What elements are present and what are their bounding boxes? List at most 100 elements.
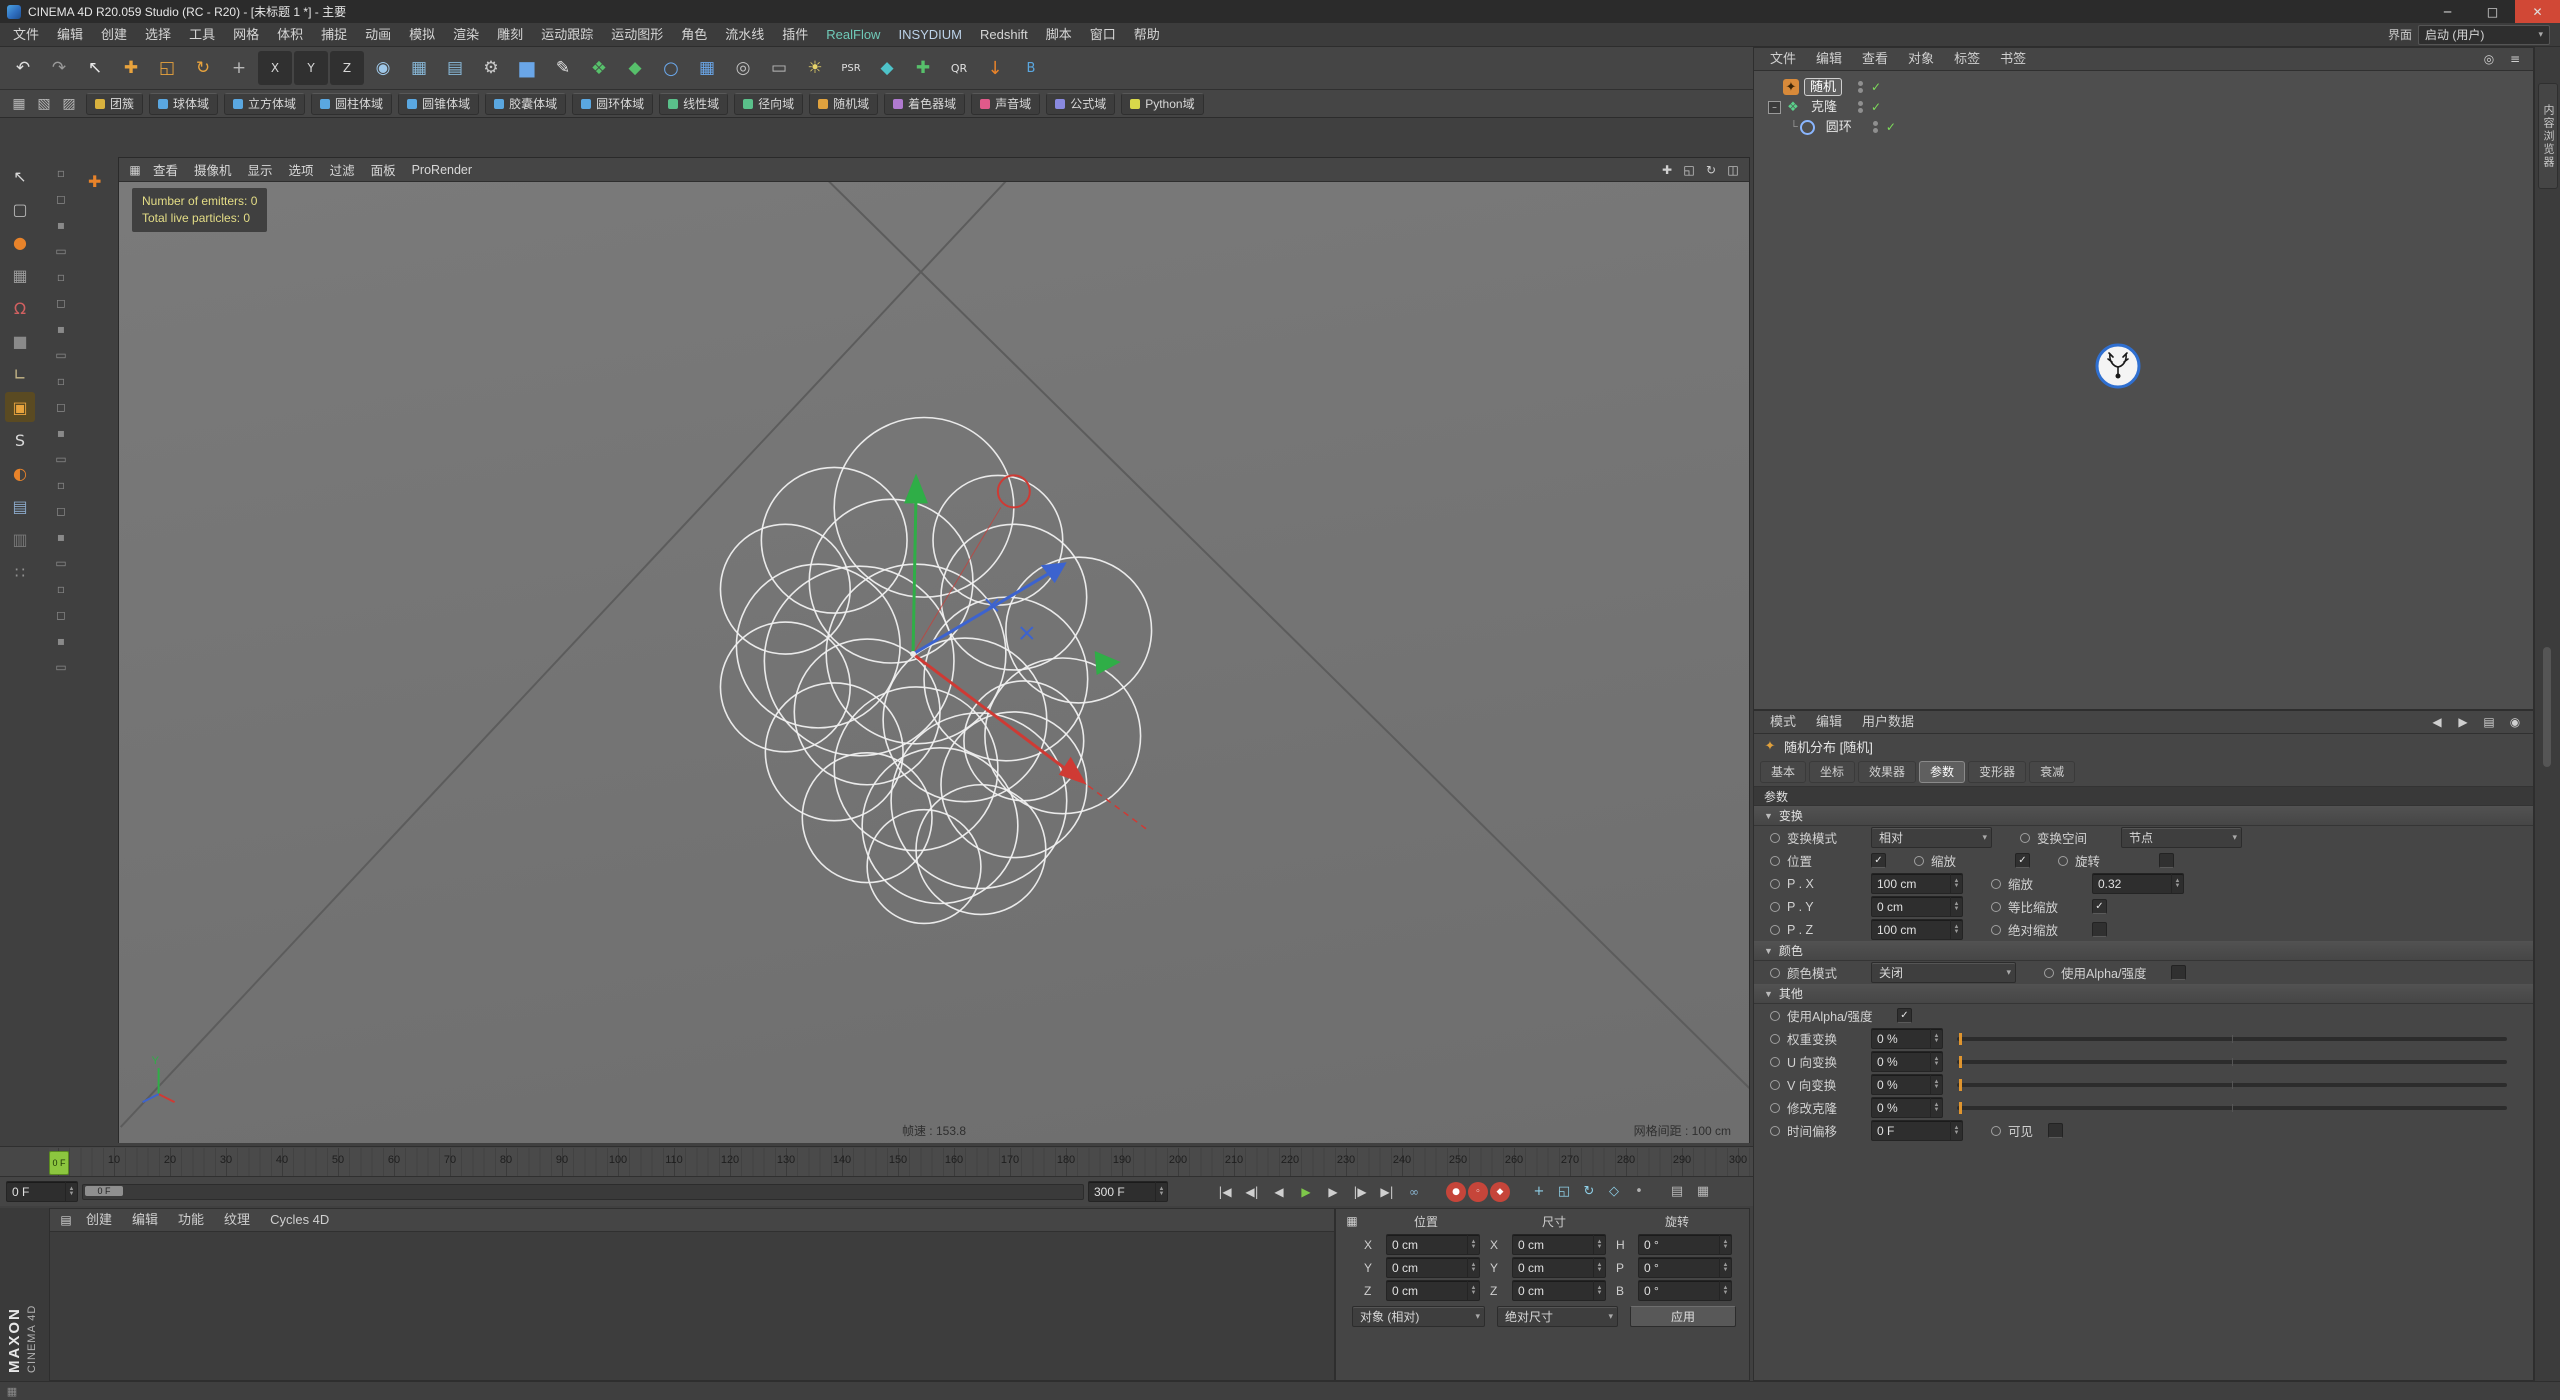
anim-dot[interactable] (1991, 925, 2001, 935)
am-back-icon[interactable]: ◀ (2427, 713, 2447, 731)
menu-item[interactable]: 脚本 (1037, 23, 1081, 47)
field-button[interactable]: 声音域 (971, 93, 1040, 115)
menu-item[interactable]: 工具 (180, 23, 224, 47)
px-field[interactable]: 100 cm▲▼ (1871, 873, 1963, 894)
grid-icon[interactable]: ▥ (5, 524, 35, 554)
fold-transform[interactable]: ▼变换 (1754, 806, 2533, 826)
field-button[interactable]: 圆环体域 (572, 93, 653, 115)
py-field[interactable]: 0 cm▲▼ (1871, 896, 1963, 917)
pos-x-field[interactable]: 0 cm▲▼ (1386, 1234, 1480, 1255)
model-mode-icon[interactable]: ▢ (5, 194, 35, 224)
percent-field[interactable]: 0 %▲▼ (1871, 1028, 1943, 1049)
play-button[interactable]: ▶ (1293, 1181, 1319, 1203)
field-button[interactable]: 公式域 (1046, 93, 1115, 115)
maximize-button[interactable]: □ (2470, 0, 2515, 23)
palette-icon-secondary[interactable]: ▭ (48, 240, 74, 262)
menu-item[interactable]: 窗口 (1081, 23, 1125, 47)
palette-icon-secondary[interactable]: ▪ (48, 630, 74, 652)
axis-x-lock-icon[interactable]: X (258, 51, 292, 85)
use-alpha-checkbox[interactable] (2171, 965, 2186, 980)
palette-icon-secondary[interactable]: ▪ (48, 526, 74, 548)
material-menu-item[interactable]: 功能 (168, 1209, 214, 1231)
autokey-button[interactable]: ◦ (1468, 1182, 1488, 1202)
menu-item[interactable]: INSYDIUM (889, 23, 971, 47)
viewport-menu-item[interactable]: 面板 (363, 160, 404, 179)
slider-handle[interactable]: 0 F (85, 1186, 123, 1196)
viewport-menu-item[interactable]: 查看 (145, 160, 186, 179)
anim-dot[interactable] (1991, 879, 2001, 889)
add-floor-icon[interactable]: ▭ (762, 51, 796, 85)
anim-dot[interactable] (1770, 925, 1780, 935)
viewport-menu-item[interactable]: ProRender (404, 163, 480, 177)
enabled-check-icon[interactable]: ✓ (1871, 80, 1881, 94)
enabled-check-icon[interactable]: ✓ (1886, 120, 1896, 134)
percent-field[interactable]: 0 %▲▼ (1871, 1074, 1943, 1095)
palette-icon-secondary[interactable]: ▭ (48, 344, 74, 366)
goto-end-button[interactable]: ▶| (1374, 1181, 1400, 1203)
anim-dot[interactable] (1770, 902, 1780, 912)
palette-icon-secondary[interactable]: ▫ (48, 474, 74, 496)
viewport-panel-icon[interactable]: ▦ (125, 161, 145, 179)
add-light-icon[interactable]: ☀ (798, 51, 832, 85)
field-button[interactable]: 圆锥体域 (398, 93, 479, 115)
field-icon[interactable]: ◆ (870, 51, 904, 85)
object-manager-menu-item[interactable]: 标签 (1944, 48, 1990, 70)
apply-button[interactable]: 应用 (1630, 1306, 1736, 1327)
palette-icon-secondary[interactable]: ▪ (48, 422, 74, 444)
minimize-button[interactable]: ─ (2425, 0, 2470, 23)
fold-color[interactable]: ▼颜色 (1754, 941, 2533, 961)
viewport-menu-item[interactable]: 摄像机 (186, 160, 240, 179)
menu-item[interactable]: 选择 (136, 23, 180, 47)
attribute-tab[interactable]: 变形器 (1968, 761, 2026, 783)
prev-frame-button[interactable]: ◀ (1266, 1181, 1292, 1203)
scale-checkbox[interactable]: ✓ (2015, 853, 2030, 868)
record-scale-toggle[interactable]: ◱ (1552, 1181, 1576, 1203)
attribute-tab[interactable]: 参数 (1919, 761, 1965, 783)
field-button[interactable]: 立方体域 (224, 93, 305, 115)
field-button[interactable]: 线性域 (659, 93, 728, 115)
object-manager-menu-item[interactable]: 编辑 (1806, 48, 1852, 70)
material-menu-item[interactable]: 编辑 (122, 1209, 168, 1231)
anim-dot[interactable] (1770, 879, 1780, 889)
object-name[interactable]: 圆环 (1821, 119, 1857, 135)
field-button[interactable]: 圆柱体域 (311, 93, 392, 115)
palette-icon-secondary[interactable]: ◻ (48, 396, 74, 418)
scale-tool-icon[interactable]: ◱ (150, 51, 184, 85)
palette-icon-secondary[interactable]: ▭ (48, 552, 74, 574)
rot-p-field[interactable]: 0 °▲▼ (1638, 1257, 1732, 1278)
fields-group-icon[interactable]: ▦ (8, 93, 30, 115)
menu-item[interactable]: 文件 (4, 23, 48, 47)
enable-axis-icon[interactable]: ▣ (5, 392, 35, 422)
plugin-icon[interactable]: ✚ (906, 51, 940, 85)
timeline-ruler[interactable]: 0 F 102030405060708090100110120130140150… (49, 1148, 1750, 1176)
time-offset-field[interactable]: 0 F▲▼ (1871, 1120, 1963, 1141)
anim-dot[interactable] (1770, 968, 1780, 978)
keyframe-selection-button[interactable]: ◆ (1490, 1182, 1510, 1202)
rotate-tool-icon[interactable]: ↻ (186, 51, 220, 85)
anim-dot[interactable] (1991, 1126, 2001, 1136)
undo-icon[interactable]: ↶ (6, 51, 40, 85)
dock-scrollbar[interactable] (2543, 647, 2551, 767)
palette-icon-secondary[interactable]: ◻ (48, 604, 74, 626)
record-pla-toggle[interactable]: • (1627, 1181, 1651, 1203)
timeline-grid-icon[interactable]: ▦ (1691, 1181, 1715, 1203)
field-button[interactable]: Python域 (1121, 93, 1203, 115)
record-parameter-toggle[interactable]: ◇ (1602, 1181, 1626, 1203)
viewport-rotate-icon[interactable]: ↻ (1701, 161, 1721, 179)
transform-mode-select[interactable]: 相对 (1871, 827, 1992, 848)
menu-item[interactable]: 捕捉 (312, 23, 356, 47)
timeline-playhead[interactable]: 0 F (49, 1151, 69, 1175)
anim-dot[interactable] (2020, 833, 2030, 843)
realflow-icon[interactable]: B (1014, 51, 1048, 85)
attribute-menu-item[interactable]: 编辑 (1806, 711, 1852, 733)
anim-dot[interactable] (1770, 1103, 1780, 1113)
rot-b-field[interactable]: 0 °▲▼ (1638, 1280, 1732, 1301)
attribute-tab[interactable]: 效果器 (1858, 761, 1916, 783)
palette-icon-secondary[interactable]: ▫ (48, 266, 74, 288)
om-search-icon[interactable]: ◎ (2479, 50, 2499, 68)
visibility-dots[interactable] (1858, 101, 1863, 113)
am-list-icon[interactable]: ▤ (2479, 713, 2499, 731)
anim-dot[interactable] (1770, 1034, 1780, 1044)
snap-icon[interactable]: Ω (5, 293, 35, 323)
current-frame-field[interactable]: 0 F▲▼ (6, 1181, 78, 1202)
